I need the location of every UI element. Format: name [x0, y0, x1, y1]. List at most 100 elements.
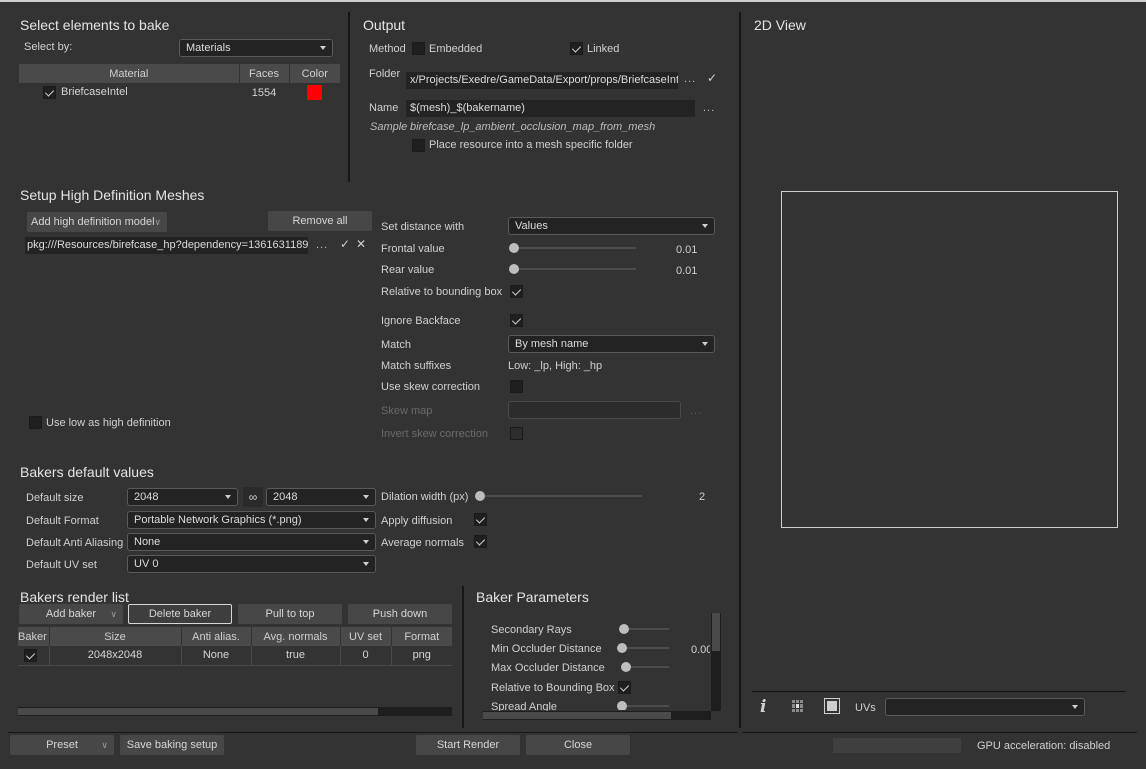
max-occluder-slider[interactable]	[621, 662, 669, 672]
folder-input[interactable]: x/Projects/Exedre/GameData/Export/props/…	[406, 72, 678, 89]
select-by-dropdown[interactable]: Materials	[179, 39, 333, 57]
bakers-default-title: Bakers default values	[20, 464, 154, 480]
default-format-dropdown[interactable]: Portable Network Graphics (*.png)	[127, 511, 376, 529]
default-size-width-value: 2048	[134, 491, 159, 503]
skew-map-browse-button[interactable]: ...	[690, 405, 702, 417]
place-resource-checkbox[interactable]	[412, 139, 425, 152]
link-size-icon[interactable]: ∞	[243, 487, 263, 507]
slider-knob[interactable]	[509, 243, 519, 253]
folder-confirm-icon[interactable]: ✓	[707, 71, 717, 85]
folder-label: Folder	[369, 68, 401, 80]
table-row[interactable]: BriefcaseIntel 1554	[19, 83, 340, 102]
rear-value-slider[interactable]	[509, 264, 636, 274]
uv-canvas-frame[interactable]	[781, 191, 1118, 528]
mesh-browse-button[interactable]: ...	[316, 239, 328, 251]
linked-checkbox[interactable]	[570, 42, 583, 55]
use-low-as-high-checkbox[interactable]	[29, 416, 42, 429]
column-header-faces[interactable]: Faces	[239, 64, 290, 83]
slider-knob[interactable]	[617, 643, 627, 653]
pull-to-top-button[interactable]: Pull to top	[238, 604, 342, 624]
slider-knob[interactable]	[509, 264, 519, 274]
dropdown-arrow-icon	[320, 46, 326, 50]
table-row[interactable]: 2048x2048 None true 0 png	[18, 646, 452, 666]
default-size-width-dropdown[interactable]: 2048	[127, 488, 238, 506]
slider-knob[interactable]	[617, 701, 627, 710]
column-header-size[interactable]: Size	[49, 627, 182, 646]
ignore-backface-label: Ignore Backface	[381, 315, 461, 327]
scrollbar-thumb[interactable]	[18, 708, 378, 715]
baker-avg-normals: true	[251, 646, 341, 666]
average-normals-label: Average normals	[381, 537, 464, 549]
invert-skew-checkbox[interactable]	[510, 427, 523, 440]
match-dropdown[interactable]: By mesh name	[508, 335, 715, 353]
apply-diffusion-checkbox[interactable]	[474, 513, 487, 526]
info-icon[interactable]: i	[760, 697, 766, 717]
dropdown-arrow-icon	[363, 540, 369, 544]
scrollbar-thumb[interactable]	[483, 712, 671, 719]
min-occluder-slider[interactable]	[617, 643, 669, 653]
slider-knob[interactable]	[621, 662, 631, 672]
skew-correction-checkbox[interactable]	[510, 380, 523, 393]
frontal-value-slider[interactable]	[509, 243, 636, 253]
name-browse-button[interactable]: ...	[703, 102, 715, 114]
material-checkbox[interactable]	[43, 86, 56, 99]
spread-angle-slider[interactable]	[617, 701, 669, 710]
match-suffixes-label: Match suffixes	[381, 360, 452, 372]
column-header-anti-alias[interactable]: Anti alias.	[181, 627, 252, 646]
baker-checkbox[interactable]	[24, 649, 37, 662]
default-size-label: Default size	[26, 492, 84, 504]
relative-bounding-box-checkbox[interactable]	[618, 681, 631, 694]
mesh-remove-icon[interactable]: ✕	[356, 237, 366, 251]
close-button[interactable]: Close	[526, 735, 630, 755]
high-def-mesh-path[interactable]: pkg:///Resources/birefcase_hp?dependency…	[25, 237, 308, 254]
embedded-checkbox[interactable]	[412, 42, 425, 55]
rear-value-label: Rear value	[381, 264, 435, 276]
column-header-uv-set[interactable]: UV set	[340, 627, 392, 646]
mesh-confirm-icon[interactable]: ✓	[340, 237, 350, 251]
ignore-backface-checkbox[interactable]	[510, 314, 523, 327]
uvs-dropdown[interactable]	[885, 698, 1085, 716]
folder-browse-button[interactable]: ...	[684, 73, 696, 85]
column-header-baker[interactable]: Baker	[18, 627, 50, 646]
average-normals-checkbox[interactable]	[474, 535, 487, 548]
divider	[348, 12, 350, 182]
apply-diffusion-label: Apply diffusion	[381, 515, 453, 527]
column-header-material[interactable]: Material	[19, 64, 240, 83]
grid-icon[interactable]	[792, 700, 804, 712]
window-top-border	[0, 0, 1146, 2]
save-baking-setup-button[interactable]: Save baking setup	[120, 735, 224, 755]
material-color-swatch[interactable]	[307, 85, 322, 100]
preset-button[interactable]: Preset ∨	[10, 735, 114, 755]
default-size-height-value: 2048	[273, 491, 298, 503]
relative-bbox-label: Relative to bounding box	[381, 286, 503, 298]
default-uv-dropdown[interactable]: UV 0	[127, 555, 376, 573]
skew-map-input[interactable]	[508, 401, 681, 419]
add-baker-button[interactable]: Add baker ∨	[19, 604, 123, 624]
start-render-button[interactable]: Start Render	[416, 735, 520, 755]
delete-baker-button[interactable]: Delete baker	[128, 604, 232, 624]
column-header-format[interactable]: Format	[391, 627, 452, 646]
relative-bbox-checkbox[interactable]	[510, 285, 523, 298]
high-def-title: Setup High Definition Meshes	[20, 187, 205, 203]
push-down-button[interactable]: Push down	[348, 604, 452, 624]
secondary-rays-slider[interactable]	[619, 624, 669, 634]
baker-params-vscrollbar[interactable]	[711, 613, 721, 711]
default-aa-dropdown[interactable]: None	[127, 533, 376, 551]
scrollbar-thumb[interactable]	[712, 613, 720, 651]
column-header-avg-normals[interactable]: Avg. normals	[251, 627, 341, 646]
slider-knob[interactable]	[475, 491, 485, 501]
dilation-width-slider[interactable]	[475, 491, 642, 501]
render-list-title: Bakers render list	[20, 589, 129, 605]
dropdown-arrow-icon	[1072, 705, 1078, 709]
remove-all-button[interactable]: Remove all	[268, 211, 372, 231]
render-list-hscrollbar[interactable]	[18, 707, 452, 716]
default-format-value: Portable Network Graphics (*.png)	[134, 514, 302, 526]
column-header-color[interactable]: Color	[289, 64, 340, 83]
slider-knob[interactable]	[619, 624, 629, 634]
name-input[interactable]: $(mesh)_$(bakername)	[406, 100, 695, 117]
add-high-def-model-button[interactable]: Add high definition model ∨	[27, 212, 167, 232]
set-distance-dropdown[interactable]: Values	[508, 217, 715, 235]
default-size-height-dropdown[interactable]: 2048	[266, 488, 376, 506]
baker-params-hscrollbar[interactable]	[483, 711, 711, 720]
fit-view-icon[interactable]	[824, 698, 840, 714]
